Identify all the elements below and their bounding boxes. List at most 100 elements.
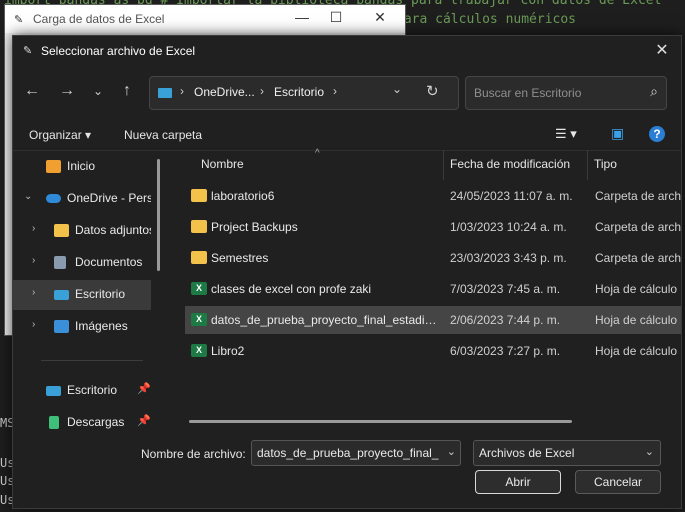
search-input[interactable]: Buscar en Escritorio: [474, 86, 581, 100]
file-row[interactable]: Project Backups 1/03/2023 10:24 a. m. Ca…: [185, 213, 681, 241]
close-icon[interactable]: ✕: [651, 40, 673, 60]
recent-locations-button[interactable]: ⌄: [87, 80, 109, 102]
dialog-titlebar: ✎ Seleccionar archivo de Excel ✕: [13, 36, 681, 66]
folder-icon: [191, 189, 207, 202]
open-button[interactable]: Abrir: [475, 470, 561, 494]
chevron-down-icon[interactable]: ⌄: [645, 445, 654, 458]
back-window-titlebar: ✎ Carga de datos de Excel — ☐ ✕: [5, 5, 405, 33]
back-button[interactable]: ←: [21, 80, 43, 102]
up-button[interactable]: ↑: [116, 80, 138, 102]
nav-item-label: Documentos: [75, 255, 143, 269]
desktop-icon: [54, 290, 69, 300]
desktop-icon: [46, 386, 61, 396]
nav-item-imagenes[interactable]: › Imágenes: [13, 312, 151, 342]
column-divider[interactable]: [587, 150, 588, 180]
column-header-name[interactable]: Nombre: [201, 157, 244, 171]
nav-item-documentos[interactable]: › Documentos: [13, 248, 151, 278]
search-box[interactable]: Buscar en Escritorio ⌕: [465, 76, 667, 110]
file-open-dialog: ✎ Seleccionar archivo de Excel ✕ ← → ⌄ ↑…: [12, 35, 682, 509]
cancel-button[interactable]: Cancelar: [575, 470, 661, 494]
forward-button[interactable]: →: [56, 80, 78, 102]
dialog-title: Seleccionar archivo de Excel: [41, 44, 196, 58]
address-dropdown-button[interactable]: ⌄: [392, 82, 402, 96]
filename-value[interactable]: datos_de_prueba_proyecto_final_estadisti…: [257, 446, 439, 460]
breadcrumb-escritorio[interactable]: Escritorio: [274, 85, 324, 99]
refresh-icon[interactable]: ↻: [426, 82, 439, 100]
feather-icon: ✎: [23, 45, 33, 57]
file-row-selected[interactable]: X datos_de_prueba_proyecto_final_estadis…: [185, 306, 681, 334]
chevron-down-icon[interactable]: ⌄: [447, 445, 456, 458]
chevron-right-icon: ›: [260, 84, 264, 98]
maximize-button[interactable]: ☐: [321, 9, 351, 26]
file-type: Hoja de cálculo: [595, 282, 678, 296]
nav-item-escritorio-quick[interactable]: Escritorio 📌: [13, 376, 151, 406]
nav-item-label: Escritorio: [75, 287, 126, 301]
folder-icon: [191, 220, 207, 233]
file-list: Nombre ^ Fecha de modificación Tipo labo…: [171, 148, 681, 438]
image-icon: [54, 320, 69, 333]
navigation-pane: Inicio ⌄ OneDrive - Perso › Datos adjunt…: [13, 150, 163, 438]
chevron-right-icon: ›: [333, 84, 337, 98]
back-window-title: Carga de datos de Excel: [33, 12, 165, 26]
file-row[interactable]: X clases de excel con profe zaki 7/03/20…: [185, 275, 681, 303]
nav-divider: [41, 360, 143, 361]
this-pc-icon: [158, 88, 172, 98]
excel-file-icon: X: [191, 344, 207, 357]
dialog-footer: Nombre de archivo: datos_de_prueba_proye…: [13, 434, 681, 508]
nav-item-label: Escritorio: [67, 383, 118, 397]
file-type: Hoja de cálculo: [595, 313, 678, 327]
file-row[interactable]: laboratorio6 24/05/2023 11:07 a. m. Carp…: [185, 182, 681, 210]
file-type: Hoja de cálculo: [595, 344, 678, 358]
filetype-value: Archivos de Excel: [479, 446, 575, 460]
filename-label: Nombre de archivo:: [141, 447, 246, 461]
download-icon: [49, 416, 59, 429]
nav-item-label: OneDrive - Perso: [67, 191, 151, 205]
chevron-down-icon[interactable]: ⌄: [24, 191, 32, 202]
file-date: 1/03/2023 10:24 a. m.: [450, 220, 567, 234]
help-button[interactable]: ?: [649, 126, 665, 142]
file-name: clases de excel con profe zaki: [211, 282, 372, 296]
file-date: 24/05/2023 11:07 a. m.: [450, 189, 573, 203]
column-header-type[interactable]: Tipo: [594, 157, 617, 171]
file-row[interactable]: X Libro2 6/03/2023 7:27 p. m. Hoja de cá…: [185, 337, 681, 365]
folder-icon: [191, 251, 207, 264]
excel-file-icon: X: [191, 313, 207, 326]
file-name: laboratorio6: [211, 189, 275, 203]
filename-input[interactable]: datos_de_prueba_proyecto_final_estadisti…: [251, 440, 461, 466]
nav-scrollbar[interactable]: [157, 159, 160, 271]
file-name: datos_de_prueba_proyecto_final_estadisti…: [211, 313, 439, 327]
nav-item-datos-adjuntos[interactable]: › Datos adjuntos: [13, 216, 151, 246]
chevron-right-icon[interactable]: ›: [32, 287, 35, 298]
breadcrumb-onedrive[interactable]: OneDrive...: [194, 85, 255, 99]
cloud-icon: [46, 194, 61, 203]
nav-item-label: Imágenes: [75, 319, 128, 333]
column-divider[interactable]: [443, 150, 444, 180]
minimize-button[interactable]: —: [287, 9, 317, 25]
chevron-right-icon[interactable]: ›: [32, 319, 35, 330]
close-button[interactable]: ✕: [365, 9, 395, 26]
address-bar[interactable]: › OneDrive... › Escritorio › ⌄ ↻: [149, 76, 459, 110]
nav-item-escritorio[interactable]: › Escritorio: [13, 280, 151, 310]
view-options-button[interactable]: ☰ ▾: [555, 126, 577, 142]
nav-item-inicio[interactable]: Inicio: [13, 152, 151, 182]
file-type: Carpeta de archi: [595, 251, 681, 265]
document-icon: [54, 256, 66, 269]
chevron-right-icon[interactable]: ›: [32, 223, 35, 234]
preview-pane-button[interactable]: ▣: [611, 125, 624, 142]
nav-item-label: Inicio: [67, 159, 96, 173]
organize-button[interactable]: Organizar ▾: [29, 128, 91, 142]
new-folder-button[interactable]: Nueva carpeta: [124, 128, 202, 142]
nav-item-onedrive[interactable]: ⌄ OneDrive - Perso: [13, 184, 151, 214]
nav-item-label: Descargas: [67, 415, 125, 429]
chevron-right-icon[interactable]: ›: [32, 255, 35, 266]
file-name: Libro2: [211, 344, 245, 358]
chevron-right-icon: ›: [180, 84, 184, 98]
excel-file-icon: X: [191, 282, 207, 295]
column-header-date[interactable]: Fecha de modificación: [450, 157, 570, 171]
search-icon: ⌕: [650, 83, 658, 99]
file-date: 6/03/2023 7:27 p. m.: [450, 344, 561, 358]
file-row[interactable]: Semestres 23/03/2023 3:43 p. m. Carpeta …: [185, 244, 681, 272]
home-icon: [46, 160, 61, 173]
horizontal-scrollbar[interactable]: [189, 420, 572, 423]
filetype-select[interactable]: Archivos de Excel ⌄: [473, 440, 661, 466]
